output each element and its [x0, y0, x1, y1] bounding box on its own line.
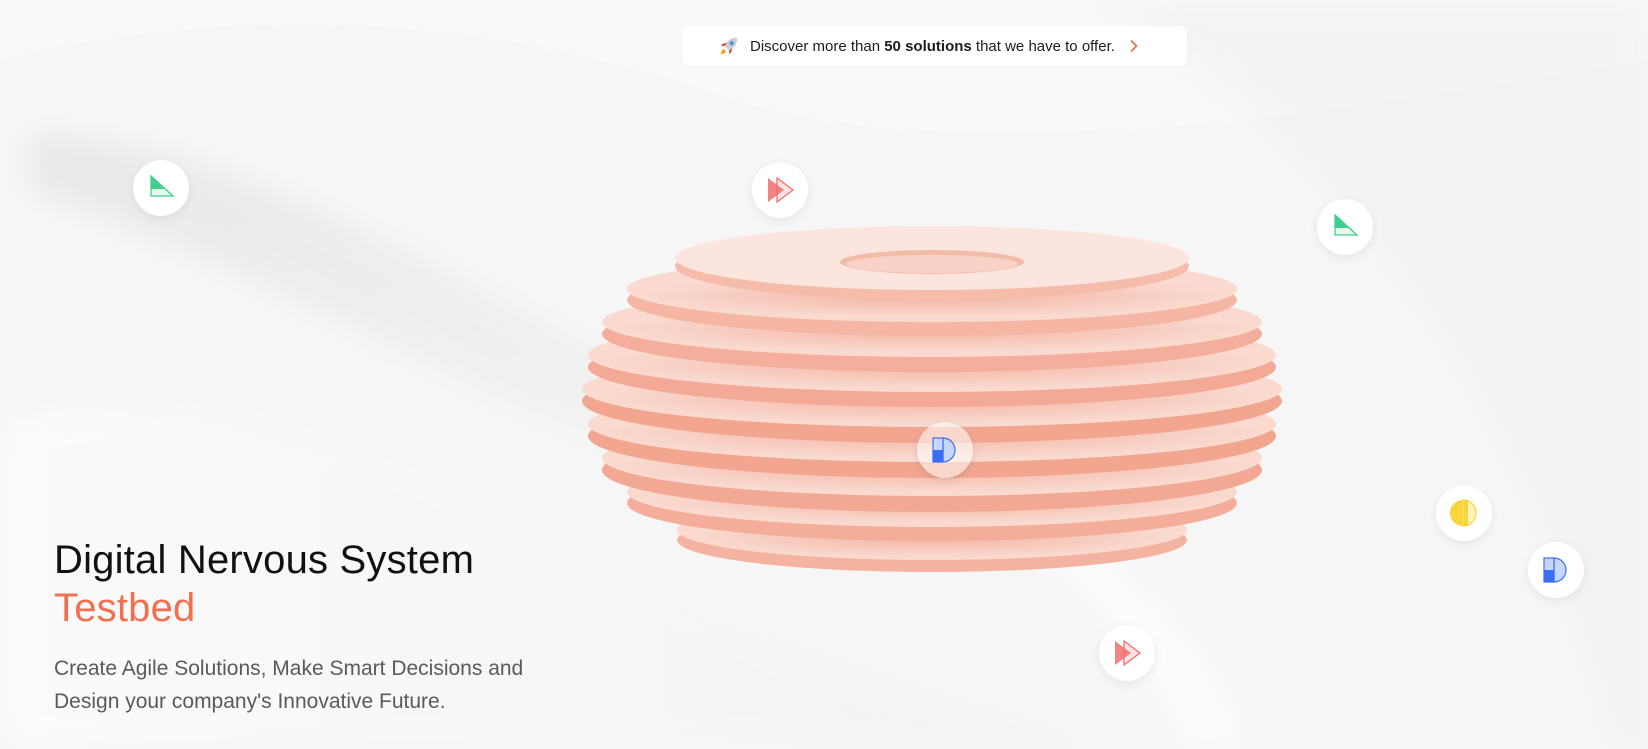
- hero-title-line1: Digital Nervous System: [54, 538, 475, 582]
- announcement-banner[interactable]: Discover more than 50 solutions that we …: [682, 26, 1187, 66]
- play-forward-badge-bottom: [1099, 625, 1155, 681]
- triangle-badge-right: [1317, 199, 1373, 255]
- rocket-icon: [718, 35, 740, 57]
- announcement-text: Discover more than 50 solutions that we …: [750, 37, 1115, 55]
- hero-section: Digital Nervous System Testbed Create Ag…: [54, 536, 574, 718]
- double-half-circle-badge: [1436, 485, 1492, 541]
- hero-title: Digital Nervous System Testbed: [54, 536, 574, 632]
- half-circle-square-badge-right: [1528, 542, 1584, 598]
- hero-subtitle: Create Agile Solutions, Make Smart Decis…: [54, 652, 574, 718]
- half-circle-square-icon: [1543, 557, 1567, 583]
- triangle-icon: [150, 174, 175, 197]
- hero-title-accent: Testbed: [54, 586, 196, 630]
- chevron-right-icon[interactable]: [1127, 39, 1141, 53]
- play-forward-icon: [1115, 639, 1142, 667]
- announcement-highlight: 50 solutions: [884, 37, 972, 55]
- play-forward-badge: [752, 162, 808, 218]
- double-half-circle-icon: [1450, 499, 1477, 527]
- triangle-icon: [1334, 213, 1359, 236]
- half-circle-square-icon: [932, 437, 956, 463]
- play-forward-icon: [768, 176, 795, 204]
- triangle-badge: [133, 160, 189, 216]
- half-circle-square-badge: [917, 422, 973, 478]
- hero-subtitle-line1: Create Agile Solutions, Make Smart Decis…: [54, 657, 524, 680]
- hero-subtitle-line2: Design your company's Innovative Future.: [54, 690, 446, 713]
